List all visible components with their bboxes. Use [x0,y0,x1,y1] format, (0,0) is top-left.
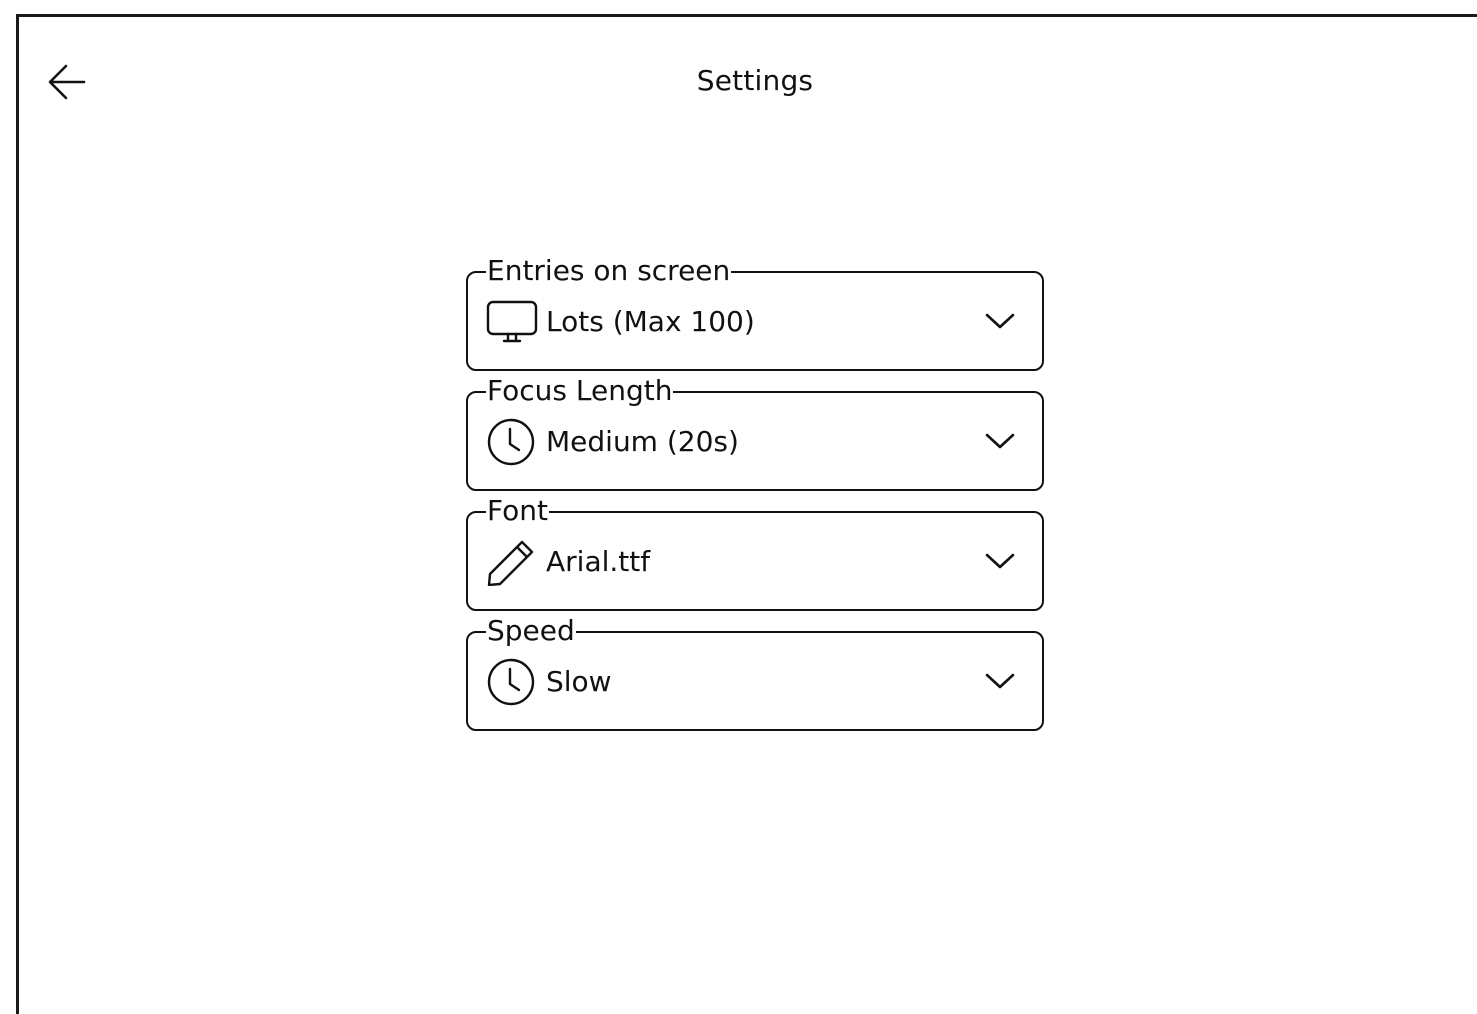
speed-label: Speed [486,613,576,649]
font-label: Font [486,493,549,529]
entries-on-screen-value: Lots (Max 100) [546,305,755,338]
entries-on-screen-label: Entries on screen [486,253,732,289]
font-value: Arial.ttf [546,545,651,578]
chevron-down-icon [984,551,1016,571]
clock-icon [486,418,538,466]
font-select[interactable]: Font Arial.ttf [466,493,1044,611]
speed-select[interactable]: Speed Slow [466,613,1044,731]
entries-on-screen-select[interactable]: Entries on screen Lots (Max 100) [466,253,1044,371]
speed-value: Slow [546,665,612,698]
focus-length-select[interactable]: Focus Length Medium (20s) [466,373,1044,491]
focus-length-value: Medium (20s) [546,425,739,458]
clock-icon [486,658,538,706]
chevron-down-icon [984,311,1016,331]
pencil-icon [486,538,538,586]
monitor-icon [486,298,538,346]
chevron-down-icon [984,671,1016,691]
chevron-down-icon [984,431,1016,451]
page-title: Settings [696,64,814,97]
focus-length-label: Focus Length [486,373,674,409]
